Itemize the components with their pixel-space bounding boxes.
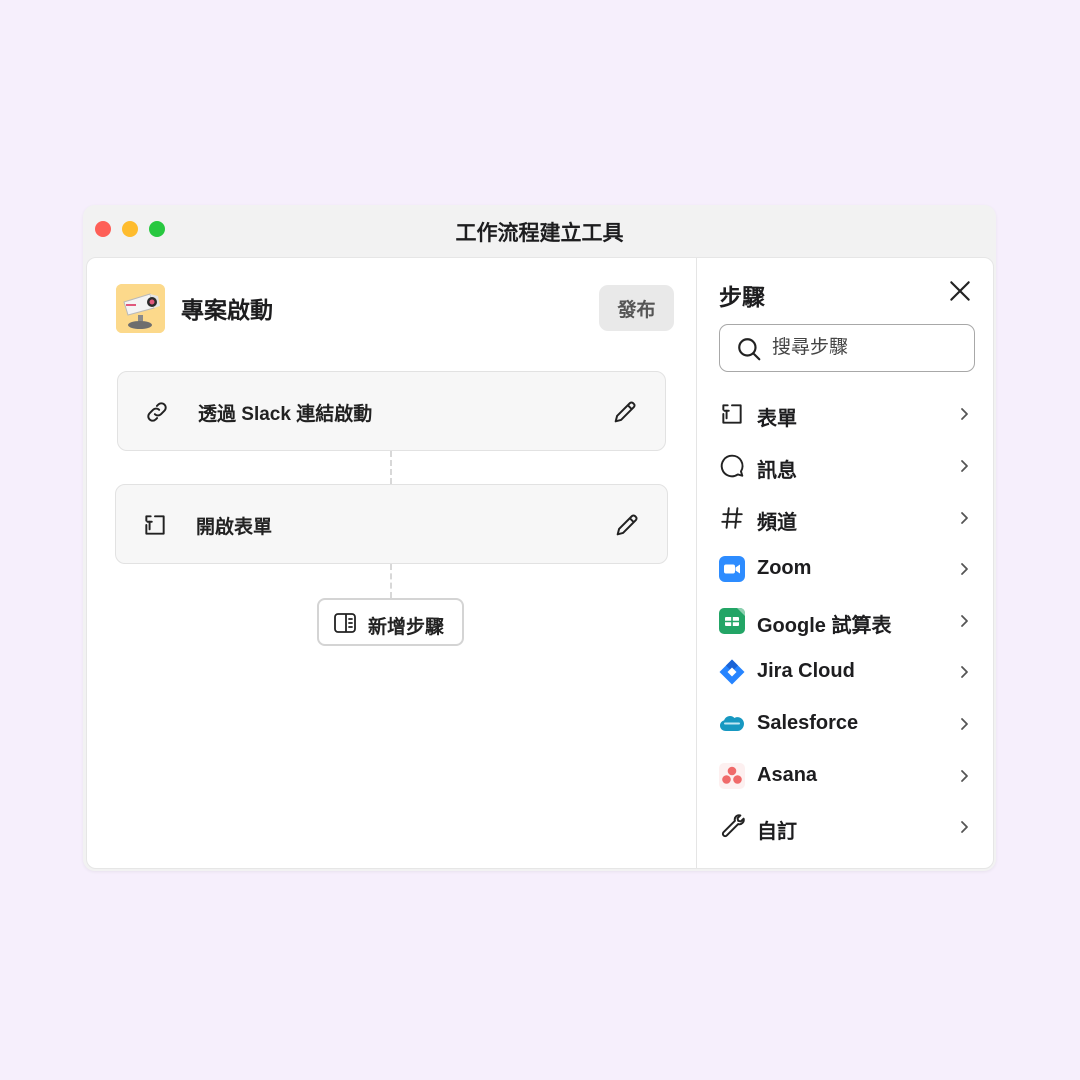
hash-icon: [719, 505, 745, 531]
publish-button[interactable]: 發布: [599, 285, 674, 331]
pencil-icon[interactable]: [611, 398, 639, 426]
step-item-label: Salesforce: [757, 712, 859, 734]
step-item-label: Asana: [757, 764, 818, 786]
close-icon[interactable]: [947, 278, 973, 304]
step-item-label: Jira Cloud: [757, 660, 855, 682]
step-item-label: Google 試算表: [757, 615, 892, 637]
window-title: 工作流程建立工具: [455, 222, 624, 245]
chevron-right-icon: [957, 820, 971, 834]
step-connector: [390, 451, 392, 484]
step-item-custom[interactable]: 自訂: [719, 805, 975, 849]
step-item-label: 頻道: [757, 512, 797, 534]
chevron-right-icon: [957, 614, 971, 628]
add-step-label: 新增步驟: [368, 617, 445, 638]
sidebar-panel-icon: [333, 612, 357, 634]
pencil-icon[interactable]: [613, 511, 641, 539]
chevron-right-icon: [957, 511, 971, 525]
workflow-step-label: 透過 Slack 連結啟動: [198, 404, 373, 425]
chevron-right-icon: [957, 459, 971, 473]
message-icon: [719, 453, 745, 479]
step-item-jira-cloud[interactable]: Jira Cloud: [719, 650, 975, 694]
step-item-label: 表單: [757, 408, 797, 430]
form-icon: [719, 401, 745, 427]
step-item-asana[interactable]: Asana: [719, 754, 975, 798]
step-item-label: Zoom: [757, 557, 812, 579]
workflow-canvas: 專案啟動 發布 透過 Slack 連結啟動 開啟表單 新增步驟: [87, 258, 696, 868]
salesforce-icon: [719, 711, 745, 737]
chevron-right-icon: [957, 562, 971, 576]
workflow-step-label: 開啟表單: [196, 517, 273, 538]
search-input[interactable]: [772, 325, 968, 371]
chevron-right-icon: [957, 665, 971, 679]
chevron-right-icon: [957, 407, 971, 421]
add-step-button[interactable]: 新增步驟: [317, 598, 464, 646]
step-item-zoom[interactable]: Zoom: [719, 547, 975, 591]
workflow-title: 專案啟動: [181, 297, 273, 323]
google-sheets-icon: [719, 608, 745, 634]
app-window: 工作流程建立工具 專案啟動 發布 透過 Slack 連結啟動 開啟表單 新增步驟…: [83, 205, 996, 871]
jira-icon: [719, 659, 745, 685]
main-content: 專案啟動 發布 透過 Slack 連結啟動 開啟表單 新增步驟 步驟 搜尋步驟 …: [86, 257, 994, 869]
titlebar: 工作流程建立工具: [83, 205, 996, 257]
search-icon: [736, 336, 762, 362]
form-icon: [142, 512, 168, 538]
workflow-step-card[interactable]: 開啟表單: [115, 484, 668, 564]
panel-title: 步驟: [719, 284, 765, 310]
workflow-icon: [116, 284, 165, 333]
step-item-label: 訊息: [757, 460, 797, 482]
step-item-channel[interactable]: 頻道: [719, 496, 975, 540]
search-field[interactable]: [719, 324, 975, 372]
chevron-right-icon: [957, 769, 971, 783]
step-item-form[interactable]: 表單: [719, 392, 975, 436]
steps-panel: 步驟 搜尋步驟 表單 訊息 頻道 Zoom Google 試算表 Jira Cl…: [697, 258, 993, 868]
zoom-icon: [719, 556, 745, 582]
chevron-right-icon: [957, 717, 971, 731]
link-icon: [144, 399, 170, 425]
step-item-google-sheets[interactable]: Google 試算表: [719, 599, 975, 643]
step-item-salesforce[interactable]: Salesforce: [719, 702, 975, 746]
step-item-message[interactable]: 訊息: [719, 444, 975, 488]
wrench-icon: [719, 814, 745, 840]
step-connector: [390, 564, 392, 598]
workflow-step-card[interactable]: 透過 Slack 連結啟動: [117, 371, 666, 451]
step-item-label: 自訂: [757, 821, 797, 843]
asana-icon: [719, 763, 745, 789]
